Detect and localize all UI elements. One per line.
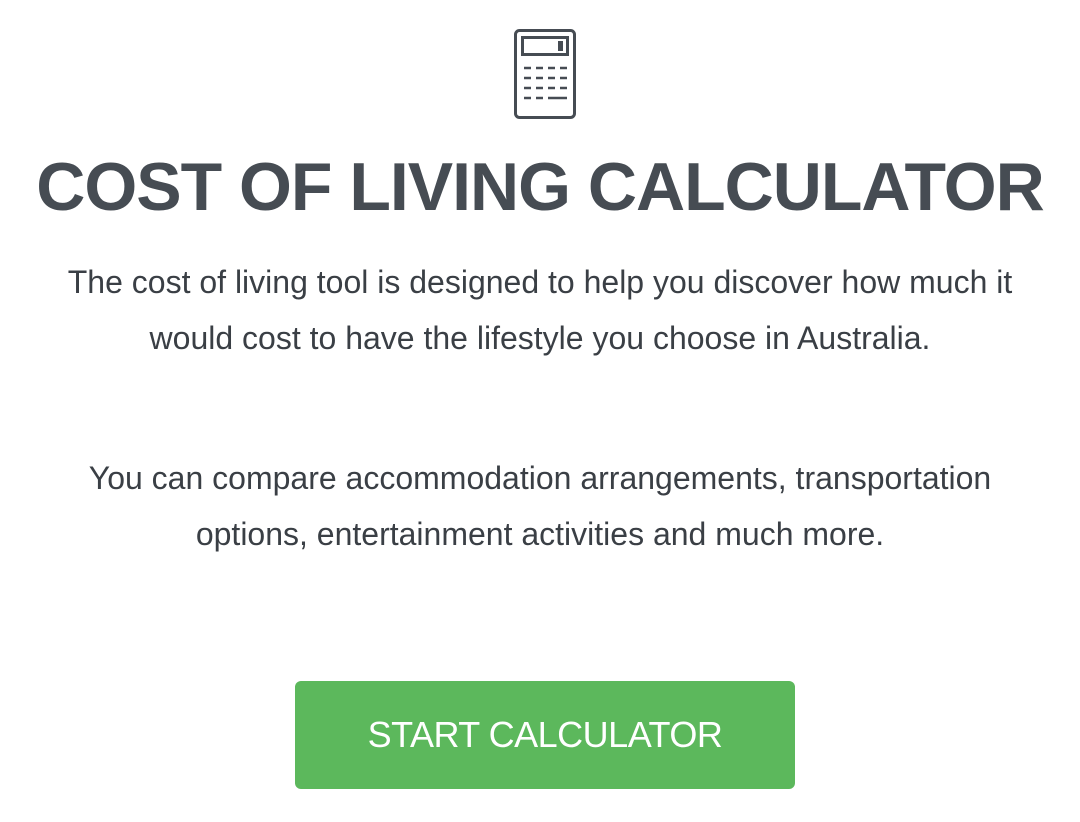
page-title: COST OF LIVING CALCULATOR [36, 149, 1045, 225]
compare-paragraph: You can compare accommodation arrangemen… [88, 460, 992, 552]
calculator-icon [514, 29, 576, 119]
calculator-intro: COST OF LIVING CALCULATOR The cost of li… [0, 0, 1080, 822]
intro-paragraph: The cost of living tool is designed to h… [67, 264, 1013, 356]
start-calculator-button[interactable]: START CALCULATOR [295, 681, 795, 789]
